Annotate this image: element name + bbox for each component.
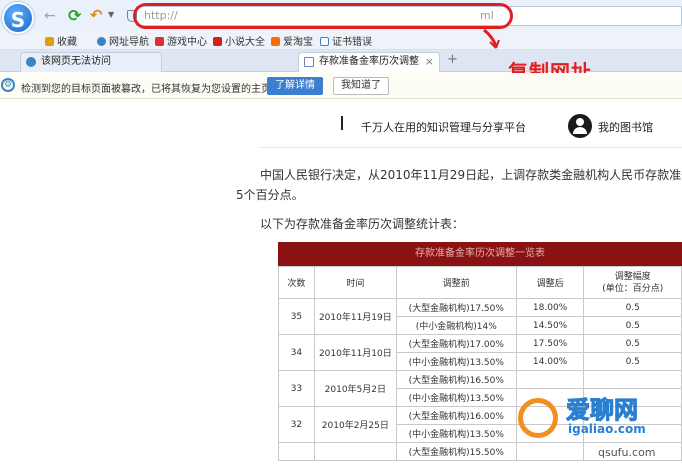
watermark-logo-icon — [518, 398, 558, 438]
star-icon — [45, 37, 54, 46]
cell-before-large: (大型金融机构)15.50% — [395, 442, 517, 461]
new-tab-icon[interactable]: + — [445, 53, 460, 68]
cell-after-small: 14.00% — [515, 352, 585, 371]
cell-count: 35 — [278, 298, 315, 335]
watermark-url: igaliao.com — [568, 422, 646, 436]
cell-before-large: (大型金融机构)17.50% — [395, 298, 517, 317]
globe-icon — [97, 37, 106, 46]
gamepad-icon — [155, 37, 164, 46]
cell-count: 33 — [278, 370, 315, 407]
red-highlight-ellipse — [133, 3, 513, 29]
cell-delta-small: 0.5 — [583, 352, 682, 371]
undo-icon[interactable]: ↶ — [90, 6, 103, 24]
cell-date: 2010年2月25日 — [313, 406, 397, 443]
bookmark-favorites[interactable]: 收藏 — [45, 33, 77, 48]
header-count: 次数 — [278, 266, 315, 299]
cell-after-large: 18.00% — [515, 298, 585, 317]
divider — [341, 116, 343, 130]
cell-delta-large: 0.5 — [583, 298, 682, 317]
header-before: 调整前 — [395, 266, 517, 299]
article-paragraph: 中国人民银行决定，从2010年11月29日起，上调存款类金融机构人民币存款准备 — [260, 168, 682, 182]
cell-delta-small: 0.5 — [583, 316, 682, 335]
cell-after-small: 14.50% — [515, 316, 585, 335]
cell-after-large: 17.50% — [515, 334, 585, 353]
cell-date: 2010年11月10日 — [313, 334, 397, 371]
taobao-icon — [271, 37, 280, 46]
bookmark-taobao[interactable]: 爱淘宝 — [271, 33, 313, 48]
refresh-icon[interactable]: ⟳ — [68, 6, 81, 25]
browser-toolbar: S ← ⟳ ↶ ▼ http:// ml — [0, 0, 682, 34]
close-tab-icon[interactable]: × — [425, 53, 434, 71]
my-library-link[interactable]: 我的图书馆 — [598, 119, 653, 135]
cell-before-small: (中小金融机构)14% — [395, 316, 517, 335]
book-icon — [213, 37, 222, 46]
watermark: 爱聊网 igaliao.com qsufu.com — [508, 378, 682, 467]
cell-count: 32 — [278, 406, 315, 443]
header-after: 调整后 — [515, 266, 585, 299]
header-date: 时间 — [313, 266, 397, 299]
avatar-icon[interactable] — [568, 114, 592, 138]
tab-unreachable[interactable]: 该网页无法访问 — [20, 52, 162, 72]
cell-before-large: (大型金融机构)16.50% — [395, 370, 517, 389]
header-delta: 调整幅度 (单位：百分点) — [583, 266, 682, 299]
cell-before-small: (中小金融机构)13.50% — [395, 352, 517, 371]
table-row: 35 2010年11月19日 (大型金融机构)17.50% 18.00% 0.5 — [278, 298, 682, 335]
table-header-row: 次数 时间 调整前 调整后 调整幅度 (单位：百分点) — [278, 266, 682, 299]
page-icon — [320, 37, 329, 46]
site-slogan: 千万人在用的知识管理与分享平台 — [361, 121, 526, 134]
got-it-button[interactable]: 我知道了 — [333, 77, 389, 95]
chevron-down-icon[interactable]: ▼ — [108, 10, 114, 19]
bookmark-novels[interactable]: 小说大全 — [213, 33, 265, 48]
cell-before-large: (大型金融机构)16.00% — [395, 406, 517, 425]
watermark-text: 爱聊网 — [566, 396, 639, 425]
bookmark-cert-error[interactable]: 证书错误 — [320, 33, 372, 48]
bookmarks-bar: 收藏 网址导航 游戏中心 小说大全 爱淘宝 证书错误 — [0, 30, 682, 50]
cell-date — [313, 442, 397, 461]
back-arrow-icon[interactable]: ← — [44, 8, 56, 24]
browser-icon — [26, 57, 36, 67]
bookmark-nav[interactable]: 网址导航 — [97, 33, 149, 48]
gear-icon: ⚙ — [1, 78, 15, 92]
tab-reserve-ratio[interactable]: 存款准备金率历次调整 × — [298, 52, 440, 72]
bookmark-games[interactable]: 游戏中心 — [155, 33, 207, 48]
learn-more-button[interactable]: 了解详情 — [267, 77, 323, 95]
cell-count — [278, 442, 315, 461]
page-icon — [304, 57, 314, 67]
cell-before-large: (大型金融机构)17.00% — [395, 334, 517, 353]
cell-delta-large: 0.5 — [583, 334, 682, 353]
cell-before-small: (中小金融机构)13.50% — [395, 424, 517, 443]
watermark-url-secondary: qsufu.com — [598, 446, 656, 459]
cell-date: 2010年5月2日 — [313, 370, 397, 407]
table-row: 34 2010年11月10日 (大型金融机构)17.00% 17.50% 0.5 — [278, 334, 682, 371]
table-title: 存款准备金率历次调整一览表 — [278, 242, 682, 266]
header-divider — [260, 147, 682, 148]
notification-message: 检测到您的目标页面被篡改，已将其恢复为您设置的主页。 — [21, 84, 281, 95]
red-arrow-annotation — [483, 28, 500, 49]
browser-logo-icon[interactable]: S — [2, 2, 34, 34]
cell-date: 2010年11月19日 — [313, 298, 397, 335]
notification-bar: ⚙ 检测到您的目标页面被篡改，已将其恢复为您设置的主页。 了解详情 我知道了 — [0, 73, 682, 99]
article-paragraph-cont: 5个百分点。 — [236, 188, 304, 202]
site-header: 千万人在用的知识管理与分享平台 我的图书馆 — [335, 112, 682, 142]
cell-before-small: (中小金融机构)13.50% — [395, 388, 517, 407]
cell-count: 34 — [278, 334, 315, 371]
table-intro: 以下为存款准备金率历次调整统计表： — [260, 217, 465, 231]
